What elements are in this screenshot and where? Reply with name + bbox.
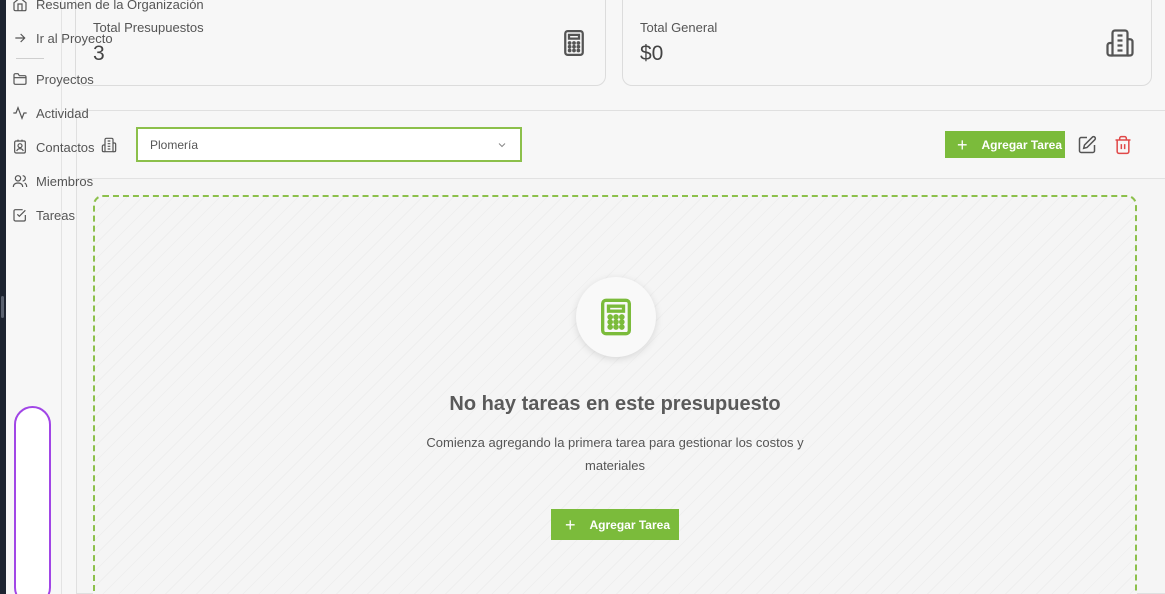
budget-panel: Plomería + Agregar Tarea No hay tareas e… <box>76 110 1165 594</box>
plus-icon: + <box>565 514 576 535</box>
sidebar-item-contacts[interactable]: Contactos <box>12 139 95 155</box>
empty-state-description: Comienza agregando la primera tarea para… <box>426 435 804 473</box>
add-task-button[interactable]: + Agregar Tarea <box>945 131 1065 158</box>
sidebar-item-label: Contactos <box>36 139 95 155</box>
sidebar-item-label: Ir al Proyecto <box>36 30 113 46</box>
users-icon <box>12 175 28 188</box>
empty-add-task-label: Agregar Tarea <box>589 517 670 532</box>
add-task-label: Agregar Tarea <box>981 137 1062 152</box>
total-general-card: Total General $0 <box>622 0 1152 86</box>
check-square-icon <box>13 209 26 222</box>
total-general-label: Total General <box>640 20 718 35</box>
arrow-right-icon <box>15 33 26 43</box>
resize-handle[interactable] <box>1 296 4 318</box>
empty-add-task-button[interactable]: + Agregar Tarea <box>551 509 679 540</box>
sidebar-item-go-to-project[interactable]: Ir al Proyecto <box>12 30 113 46</box>
sidebar-item-label: Resumen de la Organización <box>36 0 204 12</box>
sidebar-divider <box>16 58 44 59</box>
sidebar-item-label: Tareas <box>36 207 76 223</box>
sidebar-item-label: Proyectos <box>36 71 94 87</box>
empty-state-title: No hay tareas en este presupuesto <box>449 393 781 415</box>
budget-select-value: Plomería <box>150 137 199 152</box>
building-icon <box>1106 29 1134 57</box>
sidebar-item-members[interactable]: Miembros <box>12 173 93 189</box>
sidebar-item-organization-summary[interactable]: Resumen de la Organización <box>12 0 204 12</box>
calculator-icon <box>564 30 584 56</box>
sidebar-item-label: Actividad <box>36 105 89 121</box>
tasks-empty-dropzone: No hay tareas en este presupuesto Comien… <box>93 195 1137 594</box>
building-icon <box>101 137 117 153</box>
total-general-value: $0 <box>640 42 664 65</box>
plus-icon: + <box>957 134 968 155</box>
edit-icon[interactable] <box>1077 135 1097 155</box>
contact-icon <box>14 139 26 154</box>
folder-icon <box>13 73 27 85</box>
focus-indicator <box>14 406 51 594</box>
sidebar-item-label: Miembros <box>36 173 94 189</box>
budget-toolbar: Plomería + Agregar Tarea <box>77 111 1165 179</box>
empty-state-icon-circle <box>576 277 656 357</box>
trash-icon[interactable] <box>1113 135 1133 155</box>
total-budgets-card: Total Presupuestos 3 <box>75 0 606 86</box>
budget-select[interactable]: Plomería <box>136 127 522 162</box>
sidebar-item-activity[interactable]: Actividad <box>12 105 89 121</box>
sidebar-item-tasks[interactable]: Tareas <box>12 207 75 223</box>
calculator-icon <box>601 298 631 336</box>
activity-icon <box>13 105 27 121</box>
sidebar-item-projects[interactable]: Proyectos <box>12 71 94 87</box>
chevron-down-icon <box>498 142 506 147</box>
home-icon <box>13 0 27 12</box>
